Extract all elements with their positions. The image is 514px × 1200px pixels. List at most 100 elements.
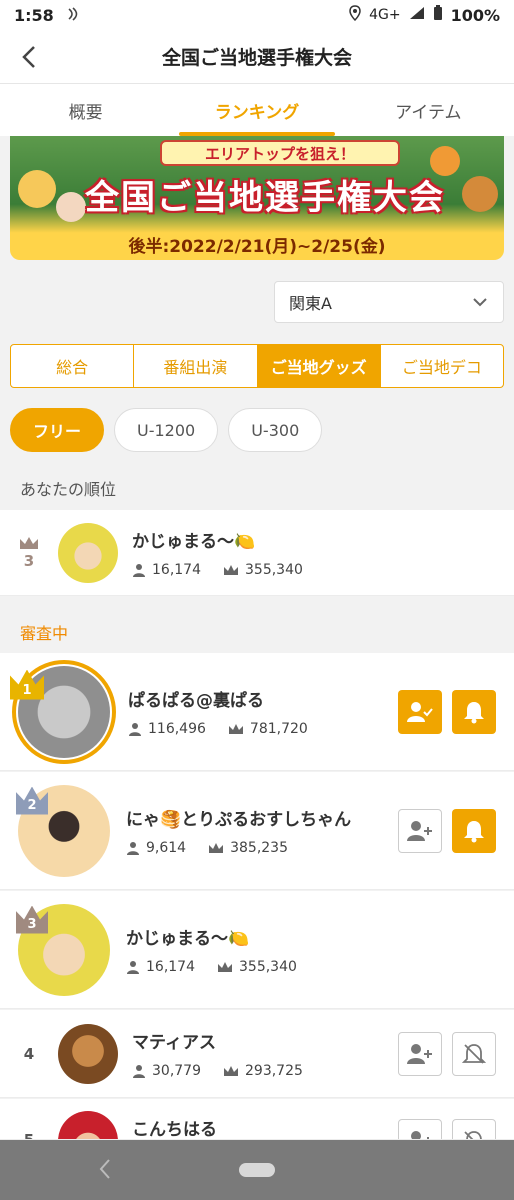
follow-button[interactable] — [398, 1031, 442, 1076]
category-local-goods[interactable]: ご当地グッズ — [257, 345, 381, 387]
person-icon — [127, 842, 139, 855]
avatar[interactable] — [58, 1111, 118, 1139]
crown-icon — [209, 843, 224, 853]
point-count: 781,720 — [249, 721, 308, 737]
person-icon — [129, 723, 141, 736]
user-check-icon — [407, 701, 433, 722]
status-bar: 1:58 4G+ 100% — [0, 0, 514, 30]
level-free[interactable]: フリー — [10, 408, 105, 452]
my-rank-badge: 3 — [0, 536, 58, 570]
point-count: 355,340 — [245, 562, 303, 578]
bell-off-icon — [464, 1131, 482, 1139]
rank-number: 3 — [27, 916, 37, 932]
avatar-frame: 1 — [10, 659, 116, 764]
notification-on-button[interactable] — [452, 808, 496, 853]
signal-icon — [409, 6, 425, 24]
crown-icon — [218, 962, 232, 972]
notification-on-button[interactable] — [452, 689, 496, 734]
following-button[interactable] — [398, 689, 442, 734]
category-local-deco[interactable]: ご当地デコ — [381, 345, 503, 387]
follower-count: 30,779 — [152, 1063, 201, 1079]
rank-number: 4 — [23, 1044, 35, 1063]
app-bar: 全国ご当地選手権大会 — [0, 30, 514, 84]
system-back-button[interactable] — [98, 1158, 112, 1184]
rank-number: 1 — [22, 682, 32, 698]
follower-count: 116,496 — [148, 721, 206, 737]
user-name: ぱるぱる@裏ぱる — [128, 691, 264, 711]
category-tv-appearance[interactable]: 番組出演 — [134, 345, 258, 387]
battery-percent: 100% — [450, 5, 500, 25]
location-icon — [349, 5, 361, 25]
person-icon — [133, 564, 145, 577]
level-filter: フリー U-1200 U-300 — [10, 408, 323, 452]
home-handle[interactable] — [239, 1163, 275, 1177]
mascot-left-1 — [18, 170, 56, 208]
crown-icon — [228, 724, 243, 734]
follow-button[interactable] — [398, 808, 442, 853]
chevron-down-icon — [473, 298, 487, 307]
bell-off-icon — [462, 1043, 486, 1064]
avatar[interactable] — [58, 1023, 118, 1084]
mascot-right-2 — [462, 176, 498, 212]
user-name: にゃ🥞とりぷるおすしちゃん — [126, 810, 352, 830]
rank-badge: 5 — [0, 1099, 58, 1140]
follower-count: 16,174 — [146, 959, 195, 975]
user-plus-icon — [407, 1043, 432, 1064]
point-count: 293,725 — [245, 1063, 303, 1079]
rank-badge: 4 — [0, 1045, 58, 1063]
ranking-row[interactable]: 3 かじゅまる〜🍋 16,174 355,340 — [0, 891, 514, 1009]
nfc-icon — [66, 6, 84, 24]
bell-icon — [464, 701, 484, 723]
crown-icon — [224, 1066, 238, 1076]
person-icon — [133, 1065, 145, 1078]
ranking-row[interactable]: 2 にゃ🥞とりぷるおすしちゃん 9,614 385,235 — [0, 772, 514, 890]
banner-date: 後半:2022/2/21(月)~2/25(金) — [128, 237, 386, 257]
banner-title: 全国ご当地選手権大会 — [85, 177, 445, 218]
follower-count: 9,614 — [146, 840, 187, 856]
avatar[interactable] — [58, 522, 118, 583]
rank-number: 5 — [23, 1131, 35, 1140]
level-u300[interactable]: U-300 — [228, 408, 323, 452]
user-name: マティアス — [132, 1033, 216, 1053]
page-title: 全国ご当地選手権大会 — [161, 47, 352, 69]
person-icon — [127, 961, 139, 974]
network-type: 4G+ — [369, 7, 401, 23]
system-nav-bar — [0, 1140, 514, 1200]
notification-off-button[interactable] — [452, 1119, 496, 1139]
my-rank-row[interactable]: 3 かじゅまる〜🍋 16,174 355,340 — [0, 510, 514, 596]
tab-ranking[interactable]: ランキング — [171, 84, 342, 136]
user-name: かじゅまる〜🍋 — [132, 532, 256, 552]
chevron-left-icon — [99, 1159, 110, 1179]
region-select[interactable]: 関東A — [274, 281, 504, 323]
level-u1200[interactable]: U-1200 — [114, 408, 219, 452]
rank-number: 2 — [27, 797, 37, 813]
chevron-left-icon — [22, 46, 35, 68]
point-count: 355,340 — [239, 959, 297, 975]
bell-icon — [464, 820, 484, 842]
my-rank-label: あなたの順位 — [20, 480, 117, 499]
user-plus-icon — [407, 820, 432, 841]
ranking-row[interactable]: 1 ぱるぱる@裏ぱる 116,496 781,720 — [0, 653, 514, 771]
point-count: 385,235 — [230, 840, 288, 856]
ranking-row[interactable]: 5 こんちはる — [0, 1099, 514, 1140]
battery-icon — [433, 5, 443, 25]
tab-overview[interactable]: 概要 — [0, 84, 171, 136]
region-value: 関東A — [289, 294, 332, 313]
status-time: 1:58 — [14, 5, 54, 25]
review-label: 審査中 — [20, 624, 69, 643]
back-button[interactable] — [14, 42, 44, 72]
crown-icon — [224, 565, 238, 575]
notification-off-button[interactable] — [452, 1031, 496, 1076]
follower-count: 16,174 — [152, 562, 201, 578]
user-name: かじゅまる〜🍋 — [126, 929, 250, 949]
user-plus-icon — [411, 1131, 429, 1139]
tab-bar: 概要 ランキング アイテム — [0, 84, 514, 136]
category-tabs: 総合 番組出演 ご当地グッズ ご当地デコ — [10, 344, 504, 388]
crown-icon — [20, 536, 38, 549]
ranking-row[interactable]: 4 マティアス 30,779 293,725 — [0, 1010, 514, 1098]
user-name: こんちはる — [132, 1120, 217, 1140]
follow-button[interactable] — [398, 1119, 442, 1139]
event-banner[interactable]: エリアトップを狙え！ 全国ご当地選手権大会 後半:2022/2/21(月)~2/… — [10, 136, 504, 260]
category-overall[interactable]: 総合 — [11, 345, 135, 387]
tab-items[interactable]: アイテム — [343, 84, 514, 136]
